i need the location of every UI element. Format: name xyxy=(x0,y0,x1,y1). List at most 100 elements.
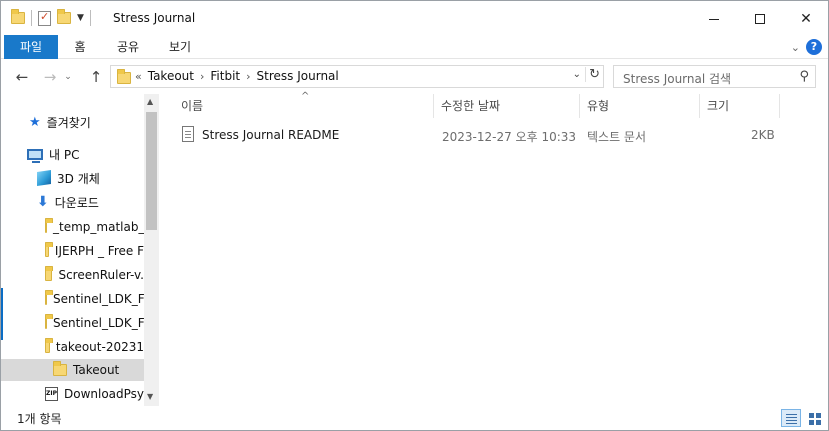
sidebar-item-folder[interactable]: takeout-20231 xyxy=(1,336,144,358)
sidebar-item-takeout[interactable]: Takeout xyxy=(1,359,144,381)
address-bar[interactable]: « Takeout › Fitbit › Stress Journal ⌄ ↻ xyxy=(110,65,604,88)
star-icon: ★ xyxy=(29,114,41,130)
folder-icon xyxy=(117,69,131,84)
sidebar-item-label: 즐겨찾기 xyxy=(46,115,91,130)
recent-locations-button[interactable]: ⌄ xyxy=(61,66,75,88)
column-divider[interactable] xyxy=(699,94,700,118)
folder-icon xyxy=(45,290,53,305)
forward-button[interactable]: → xyxy=(39,66,61,88)
column-header-size[interactable]: 크기 xyxy=(707,94,777,118)
folder-icon xyxy=(45,218,53,233)
explorer-window: ▼ Stress Journal ✕ 파일 홈 공유 보기 ⌄ ? ← → ⌄ … xyxy=(0,0,829,431)
file-list: ^ 이름 수정한 날짜 유형 크기 Stress Journal README … xyxy=(161,91,828,406)
search-icon: ⚲ xyxy=(799,69,809,84)
pc-icon xyxy=(27,148,43,163)
sidebar-item-folder[interactable]: _temp_matlab_ xyxy=(1,216,144,238)
sidebar-item-folder[interactable]: Sentinel_LDK_F xyxy=(1,288,144,310)
details-view-icon xyxy=(786,414,797,415)
maximize-icon xyxy=(755,14,765,24)
chevron-right-icon[interactable]: › xyxy=(246,70,250,83)
sidebar-item-folder[interactable]: Sentinel_LDK_F xyxy=(1,312,144,334)
column-header-name[interactable]: 이름 xyxy=(181,94,431,118)
status-bar: 1개 항목 xyxy=(1,406,828,430)
quick-access-toolbar: ▼ xyxy=(11,9,91,26)
new-folder-icon[interactable] xyxy=(57,9,71,24)
expand-ribbon-icon[interactable]: ⌄ xyxy=(791,41,800,54)
column-header-date[interactable]: 수정한 날짜 xyxy=(441,94,581,118)
sidebar-item-downloads[interactable]: ⬇ 다운로드 xyxy=(1,191,144,213)
tab-home[interactable]: 홈 xyxy=(69,35,91,59)
sidebar-item-zip[interactable]: ZIP DownloadPsyc xyxy=(1,383,144,405)
table-row[interactable]: Stress Journal README 2023-12-27 오후 10:3… xyxy=(176,124,788,146)
zip-icon: ZIP xyxy=(45,387,58,401)
cube-icon xyxy=(37,170,51,186)
arrow-up-icon: ↑ xyxy=(89,68,103,86)
chevron-right-icon[interactable]: › xyxy=(200,70,204,83)
title-bar: ▼ Stress Journal ✕ xyxy=(1,1,828,37)
sidebar-item-this-pc[interactable]: 내 PC xyxy=(1,143,144,165)
tab-share[interactable]: 공유 xyxy=(113,35,143,59)
close-button[interactable]: ✕ xyxy=(783,1,828,37)
refresh-icon[interactable]: ↻ xyxy=(585,67,600,82)
sidebar-item-label: Takeout xyxy=(73,363,120,377)
sidebar-item-label: IJERPH _ Free F xyxy=(54,244,144,258)
scrollbar-thumb[interactable] xyxy=(146,112,157,230)
breadcrumb-item[interactable]: Fitbit xyxy=(210,69,240,83)
toolbar-divider xyxy=(31,10,32,26)
details-view-button[interactable] xyxy=(781,409,801,427)
tab-file[interactable]: 파일 xyxy=(4,35,58,59)
back-button[interactable]: ← xyxy=(11,66,33,88)
close-icon: ✕ xyxy=(800,11,812,27)
file-size: 2KB xyxy=(751,128,775,142)
sidebar-item-favorites[interactable]: ★ 즐겨찾기 xyxy=(1,111,144,133)
column-header-type[interactable]: 유형 xyxy=(587,94,697,118)
sidebar-item-label: ScreenRuler-v. xyxy=(58,268,144,282)
scroll-up-icon[interactable]: ▲ xyxy=(147,97,153,106)
sidebar-item-label: _temp_matlab_ xyxy=(53,220,144,234)
sidebar-item-label: Sentinel_LDK_F xyxy=(53,316,144,330)
sidebar-item-label: 다운로드 xyxy=(54,195,99,210)
sidebar-item-label: 3D 개체 xyxy=(57,171,100,186)
ribbon-tabs: 파일 홈 공유 보기 ⌄ ? xyxy=(1,35,828,59)
sidebar-item-label: Sentinel_LDK_F xyxy=(53,292,144,306)
breadcrumb-item[interactable]: Stress Journal xyxy=(257,69,339,83)
navigation-scrollbar[interactable]: ▲ ▼ xyxy=(144,94,159,406)
folder-icon xyxy=(45,242,53,257)
text-document-icon xyxy=(182,126,194,142)
column-divider[interactable] xyxy=(579,94,580,118)
scroll-down-icon[interactable]: ▼ xyxy=(147,392,153,401)
file-name[interactable]: Stress Journal README xyxy=(202,128,339,142)
help-icon[interactable]: ? xyxy=(806,39,822,55)
large-icons-view-button[interactable] xyxy=(804,409,824,427)
sidebar-item-folder[interactable]: IJERPH _ Free F xyxy=(1,240,144,262)
sidebar-item-3d-objects[interactable]: 3D 개체 xyxy=(1,167,144,189)
folder-icon[interactable] xyxy=(11,9,25,24)
tab-view[interactable]: 보기 xyxy=(165,35,195,59)
folder-icon xyxy=(45,314,53,329)
arrow-left-icon: ← xyxy=(15,68,29,86)
search-input[interactable]: Stress Journal 검색 xyxy=(623,70,731,87)
item-count: 1개 항목 xyxy=(17,412,62,426)
folder-icon xyxy=(45,266,54,281)
column-divider[interactable] xyxy=(433,94,434,118)
breadcrumb-overflow[interactable]: « xyxy=(135,70,142,83)
breadcrumb-item[interactable]: Takeout xyxy=(148,69,194,83)
file-date: 2023-12-27 오후 10:33 xyxy=(442,130,577,144)
download-icon: ⬇ xyxy=(37,194,49,210)
arrow-right-icon: → xyxy=(43,68,57,86)
address-dropdown-icon[interactable]: ⌄ xyxy=(573,69,581,80)
window-title: Stress Journal xyxy=(113,11,196,25)
sidebar-item-label: takeout-20231 xyxy=(55,340,144,354)
properties-icon[interactable] xyxy=(38,10,51,26)
up-button[interactable]: ↑ xyxy=(85,66,107,88)
customize-toolbar-icon[interactable]: ▼ xyxy=(77,13,84,23)
minimize-icon xyxy=(709,18,719,20)
search-box[interactable]: Stress Journal 검색 ⚲ xyxy=(613,65,816,88)
sidebar-item-folder[interactable]: ScreenRuler-v. xyxy=(1,264,144,286)
folder-icon xyxy=(45,338,53,353)
navigation-bar: ← → ⌄ ↑ « Takeout › Fitbit › Stress Jour… xyxy=(1,61,828,93)
maximize-button[interactable] xyxy=(737,1,783,37)
minimize-button[interactable] xyxy=(691,1,737,37)
toolbar-divider xyxy=(89,10,91,26)
column-divider[interactable] xyxy=(779,94,780,118)
